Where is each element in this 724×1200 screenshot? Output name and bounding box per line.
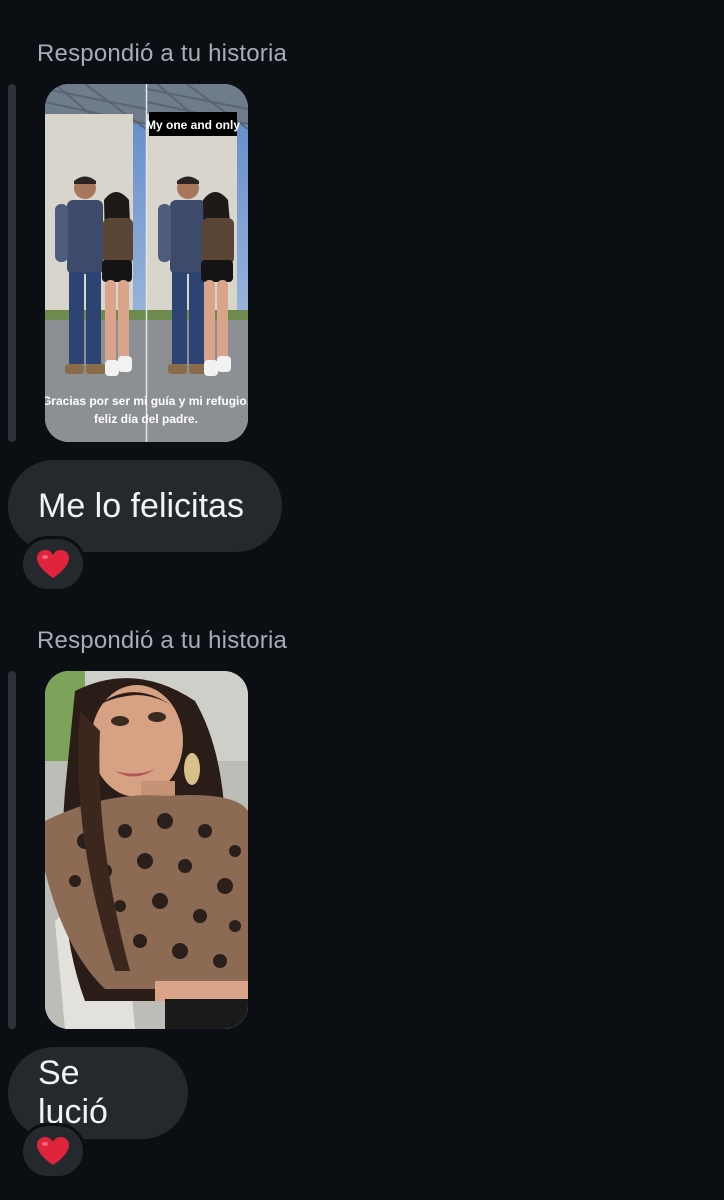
story-caption-line1: Gracias por ser mi guía y mi refugio, <box>45 394 248 408</box>
heart-icon <box>37 1137 69 1165</box>
reaction-badge[interactable] <box>20 1123 86 1179</box>
message-text: Se lució <box>38 1054 108 1131</box>
story-caption-line2: feliz día del padre. <box>94 412 198 426</box>
story-image <box>45 671 248 1029</box>
quote-indicator <box>8 84 16 442</box>
story-thumbnail[interactable] <box>45 671 248 1029</box>
heart-icon <box>37 550 69 578</box>
reaction-badge[interactable] <box>20 536 86 592</box>
story-reply-label: Respondió a tu historia <box>37 627 288 654</box>
chat-thread: Respondió a tu historia My one and only … <box>0 0 724 1200</box>
story-image: My one and only Gracias por ser mi guía … <box>45 84 248 442</box>
story-thumbnail[interactable]: My one and only Gracias por ser mi guía … <box>45 84 248 442</box>
story-reply-label: Respondió a tu historia <box>37 40 288 67</box>
story-tag-text: My one and only <box>146 118 240 132</box>
quote-indicator <box>8 671 16 1029</box>
message-text: Me lo felicitas <box>38 486 244 525</box>
